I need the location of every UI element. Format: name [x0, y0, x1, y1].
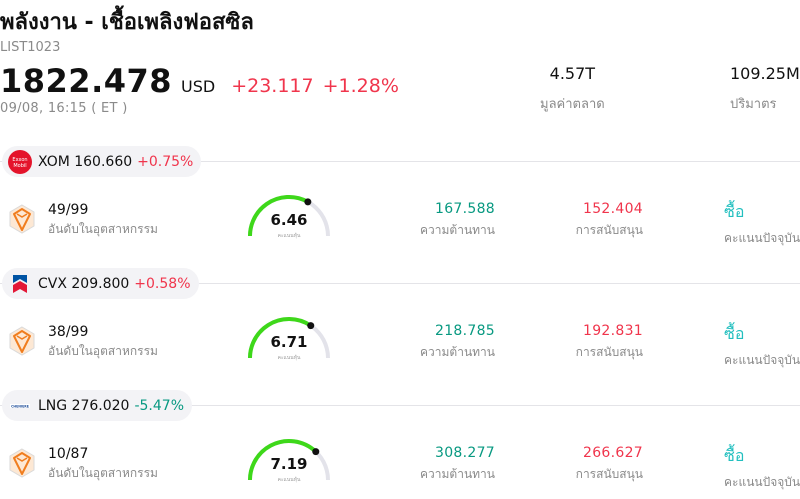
industry-rank-value: 38/99 [48, 324, 89, 340]
timestamp: 09/08, 16:15 ( ET ) [0, 101, 128, 116]
list-id: LIST1023 [0, 40, 61, 55]
resistance-label: ความต้านทาน [420, 467, 495, 481]
rank-badge-icon [8, 326, 36, 356]
stock-change-percent: -5.47% [134, 397, 184, 414]
market-cap-stat: 4.57T มูลค่าตลาด [540, 64, 605, 114]
rank-badge-icon [8, 204, 36, 234]
resistance-label: ความต้านทาน [420, 223, 495, 237]
industry-rank-label: อันดับในอุตสาหกรรม [48, 222, 158, 236]
support-value: 152.404 [583, 201, 643, 217]
stock-chip[interactable]: CVX 209.800 +0.58% [2, 268, 199, 299]
rating-label: คะแนนปัจจุบัน [724, 231, 800, 245]
chevron-logo [8, 272, 32, 296]
stock-score-label: คะแนนหุ้น [277, 477, 301, 483]
stock-chip[interactable]: CHENIERE LNG 276.020 -5.47% [2, 390, 192, 421]
stock-score-value: 7.19 [270, 455, 308, 473]
resistance-label: ความต้านทาน [420, 345, 495, 359]
industry-rank-value: 49/99 [48, 202, 89, 218]
stock-score-label: คะแนนหุ้น [277, 355, 301, 361]
stock-ticker-price: CVX 209.800 [38, 275, 130, 292]
stock-change-percent: +0.58% [134, 275, 191, 292]
currency-label: USD [181, 77, 216, 96]
resistance-metric: 218.785 ความต้านทาน [420, 323, 495, 362]
stock-score-value: 6.46 [270, 211, 308, 229]
price-change: +23.117 [231, 75, 314, 97]
resistance-value: 218.785 [435, 323, 495, 339]
industry-rank-value: 10/87 [48, 446, 89, 462]
svg-text:CHENIERE: CHENIERE [11, 404, 29, 408]
index-price: 1822.478 [0, 62, 173, 100]
resistance-metric: 308.277 ความต้านทาน [420, 445, 495, 484]
stock-chip[interactable]: Exxon Mobil XOM 160.660 +0.75% [2, 146, 202, 177]
resistance-value: 308.277 [435, 445, 495, 461]
stock-score-label: คะแนนหุ้น [277, 233, 301, 239]
market-cap-label: มูลค่าตลาด [540, 97, 605, 112]
resistance-value: 167.588 [435, 201, 495, 217]
cheniere-logo: CHENIERE [8, 394, 32, 418]
industry-rank-label: อันดับในอุตสาหกรรม [48, 466, 158, 480]
volume-label: ปริมาตร [730, 97, 777, 112]
volume-value: 109.25M [730, 64, 800, 83]
page-title: พลังงาน - เชื้อเพลิงฟอสซิล [0, 10, 254, 35]
rating-value: ซื้อ [724, 202, 745, 221]
rank-badge-icon [8, 448, 36, 478]
gauge-marker [307, 322, 315, 330]
stock-score-value: 6.71 [270, 333, 308, 351]
support-metric: 152.404 การสนับสนุน [576, 201, 643, 240]
stock-change-percent: +0.75% [137, 153, 194, 170]
stock-ticker-price: LNG 276.020 [38, 397, 130, 414]
support-metric: 266.627 การสนับสนุน [576, 445, 643, 484]
rating-label: คะแนนปัจจุบัน [724, 475, 800, 489]
stock-ticker-price: XOM 160.660 [38, 153, 133, 170]
support-value: 266.627 [583, 445, 643, 461]
market-cap-value: 4.57T [549, 64, 596, 83]
support-label: การสนับสนุน [575, 223, 643, 237]
rating-block[interactable]: ซื้อ คะแนนปัจจุบัน [724, 444, 800, 492]
gauge-marker [304, 198, 312, 206]
support-label: การสนับสนุน [575, 467, 643, 481]
exxon-mobil-logo: Exxon Mobil [8, 149, 32, 174]
support-label: การสนับสนุน [575, 345, 643, 359]
price-change-percent: +1.28% [322, 75, 399, 97]
rating-label: คะแนนปัจจุบัน [724, 353, 800, 367]
rating-value: ซื้อ [724, 324, 745, 343]
price-row: 1822.478 USD +23.117 +1.28% [0, 62, 399, 100]
industry-rank-label: อันดับในอุตสาหกรรม [48, 344, 158, 358]
volume-stat: 109.25M ปริมาตร [730, 64, 800, 114]
rating-value: ซื้อ [724, 446, 745, 465]
support-value: 192.831 [583, 323, 643, 339]
support-metric: 192.831 การสนับสนุน [576, 323, 643, 362]
svg-text:Mobil: Mobil [13, 163, 26, 169]
rating-block[interactable]: ซื้อ คะแนนปัจจุบัน [724, 322, 800, 370]
rating-block[interactable]: ซื้อ คะแนนปัจจุบัน [724, 200, 800, 248]
resistance-metric: 167.588 ความต้านทาน [420, 201, 495, 240]
